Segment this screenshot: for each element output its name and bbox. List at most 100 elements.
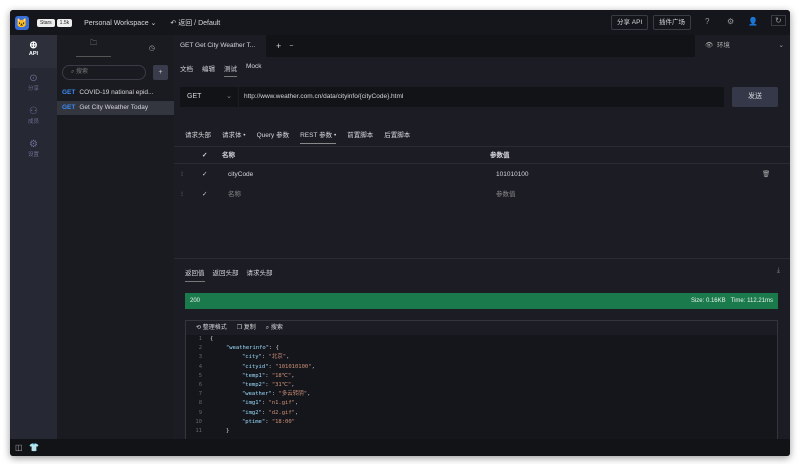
back-link[interactable]: ↶ 返回 (170, 20, 192, 27)
sidebar: ⊕ API ⊙ 分享 ⚇ 成员 ⚙ 设置 (10, 35, 57, 439)
chevron-down-icon: ⌄ (226, 93, 232, 100)
sidebar-item-members[interactable]: ⚇ 成员 (10, 101, 57, 134)
method-badge: GET (62, 104, 76, 111)
search-button[interactable]: ⌕ 搜索 (266, 321, 283, 335)
refresh-icon[interactable]: ↻ (771, 15, 786, 26)
more-tabs-icon[interactable]: − (289, 43, 293, 50)
back-label: 返回 (178, 19, 193, 27)
settings-icon[interactable]: ⚙ (727, 17, 734, 26)
tab-pre-script[interactable]: 前置脚本 (347, 129, 373, 144)
tab-response-headers[interactable]: 返回头部 (213, 267, 239, 282)
line-number: 8 (198, 400, 202, 407)
workspace-name: Personal Workspace (84, 19, 149, 27)
plugin-market-button[interactable]: 插件广场 (653, 15, 691, 30)
params-table-header: ✓ 名称 参数值 (174, 146, 790, 164)
param-name[interactable]: cityCode (228, 166, 253, 184)
sidebar-label: 分享 (27, 86, 39, 92)
line-number: 3 (198, 354, 202, 361)
line-number: 2 (198, 345, 202, 352)
param-value[interactable]: 101010100 (496, 166, 529, 184)
subtab-mock[interactable]: Mock (246, 63, 262, 77)
code-line: 2 "weatherinfo": { (186, 344, 777, 353)
send-button[interactable]: 发送 (732, 87, 778, 107)
json-value: "18℃" (271, 372, 292, 379)
param-value-input[interactable]: 参数值 (496, 186, 516, 204)
subtab-test[interactable]: 测试 (224, 63, 237, 77)
drag-handle[interactable]: ⁝ (181, 186, 183, 204)
settings-icon: ⚙ (29, 139, 38, 150)
code-line: 6 "temp2": "31℃", (186, 381, 777, 390)
format-label: 整理格式 (202, 325, 227, 331)
project-name: Default (198, 19, 221, 27)
env-label: 环境 (716, 42, 730, 49)
github-star-button[interactable]: Stars (37, 18, 55, 27)
subtab-edit[interactable]: 编辑 (202, 63, 215, 77)
sidebar-item-share[interactable]: ⊙ 分享 (10, 68, 57, 101)
list-item[interactable]: GET COVID-19 national epid... (57, 86, 174, 100)
url-input[interactable]: http://www.weather.com.cn/data/cityinfo/… (239, 87, 724, 107)
history-tab-icon[interactable]: ◷ (149, 44, 155, 52)
search-placeholder: 搜索 (76, 69, 89, 75)
code-line: 9 "img2": "d2.gif", (186, 409, 777, 418)
copy-button[interactable]: ❐ 复制 (237, 321, 256, 335)
json-key: "weatherinfo" (226, 345, 270, 352)
drag-handle[interactable]: ⁝ (181, 166, 183, 184)
tab-request-headers[interactable]: 请求头部 (185, 129, 211, 144)
code-line: 1{ (186, 335, 777, 344)
response-editor[interactable]: ⟲ 整理格式 ❐ 复制 ⌕ 搜索 1{2 "weatherinfo": {3 "ci… (185, 320, 778, 440)
toggle-sidebar-icon[interactable]: ◫ (15, 443, 23, 452)
folder-tab-icon[interactable]: 🗀 (75, 39, 111, 57)
row-checkbox[interactable]: ✓ (202, 186, 207, 204)
tab-request-body[interactable]: 请求体 • (222, 129, 246, 144)
top-bar: 🐱 Stars 1.5k Personal Workspace ⌄ ↶ 返回 /… (10, 10, 790, 35)
line-number: 10 (195, 418, 202, 425)
method-select[interactable]: GET ⌄ (180, 87, 238, 107)
environment-selector[interactable]: 👁 环境 ⌄ (695, 35, 790, 57)
tab-active[interactable]: GET Get City Weather T... (174, 35, 266, 57)
line-number: 5 (198, 372, 202, 379)
tab-request-headers-resp[interactable]: 请求头部 (247, 267, 273, 282)
json-value: "31℃" (271, 382, 292, 389)
tab-response-body[interactable]: 返回值 (185, 267, 205, 282)
delete-icon[interactable]: 🗑 (762, 166, 770, 184)
share-api-button[interactable]: 分享 API (611, 15, 649, 30)
workspace-selector[interactable]: Personal Workspace ⌄ (84, 19, 156, 27)
tab-query-params[interactable]: Query 参数 (257, 129, 290, 144)
theme-icon[interactable]: 👕 (29, 443, 39, 452)
json-punct: : { (269, 345, 279, 352)
row-checkbox[interactable]: ✓ (202, 166, 207, 184)
api-list-panel: 🗀 ◷ ⌕ 搜索 + GET COVID-19 national epid... G… (57, 35, 174, 439)
add-tab-icon[interactable]: + (276, 41, 281, 51)
select-all-checkbox[interactable]: ✓ (202, 147, 207, 165)
json-punct: { (210, 336, 214, 342)
json-value: "北京" (268, 354, 287, 361)
code-line: 7 "weather": "多云转阴", (186, 390, 777, 399)
json-value: "101010100" (275, 363, 312, 370)
share-icon: ⊙ (29, 73, 38, 84)
list-item[interactable]: GET Get City Weather Today (57, 101, 174, 115)
sidebar-item-settings[interactable]: ⚙ 设置 (10, 134, 57, 167)
user-icon[interactable]: 👤 (748, 17, 758, 26)
subtab-docs[interactable]: 文档 (180, 63, 193, 77)
method-badge: GET (62, 89, 76, 96)
json-value: "多云转阴" (278, 391, 308, 398)
format-button[interactable]: ⟲ 整理格式 (196, 321, 227, 335)
bottom-bar: ◫ 👕 (10, 439, 790, 456)
sidebar-item-api[interactable]: ⊕ API (10, 35, 57, 68)
download-icon[interactable]: ⤓ (777, 267, 780, 275)
table-row: ⁝ ✓ cityCode 101010100 🗑 (174, 166, 790, 186)
star-count: 1.5k (56, 18, 73, 27)
tab-rest-params[interactable]: REST 参数 • (300, 129, 337, 144)
json-value: "18:00" (271, 418, 295, 425)
help-icon[interactable]: ? (705, 17, 709, 26)
api-name: COVID-19 national epid... (79, 89, 154, 96)
copy-label: 复制 (243, 325, 256, 331)
app-logo: 🐱 (15, 15, 29, 30)
tab-post-script[interactable]: 后置脚本 (384, 129, 410, 144)
add-api-button[interactable]: + (153, 65, 168, 80)
json-key: "temp2" (242, 382, 266, 389)
param-name-input[interactable]: 名称 (228, 186, 241, 204)
code-line: 4 "cityid": "101010100", (186, 363, 777, 372)
search-input[interactable]: ⌕ 搜索 (62, 65, 146, 80)
app-window: 🐱 Stars 1.5k Personal Workspace ⌄ ↶ 返回 /… (10, 10, 790, 456)
